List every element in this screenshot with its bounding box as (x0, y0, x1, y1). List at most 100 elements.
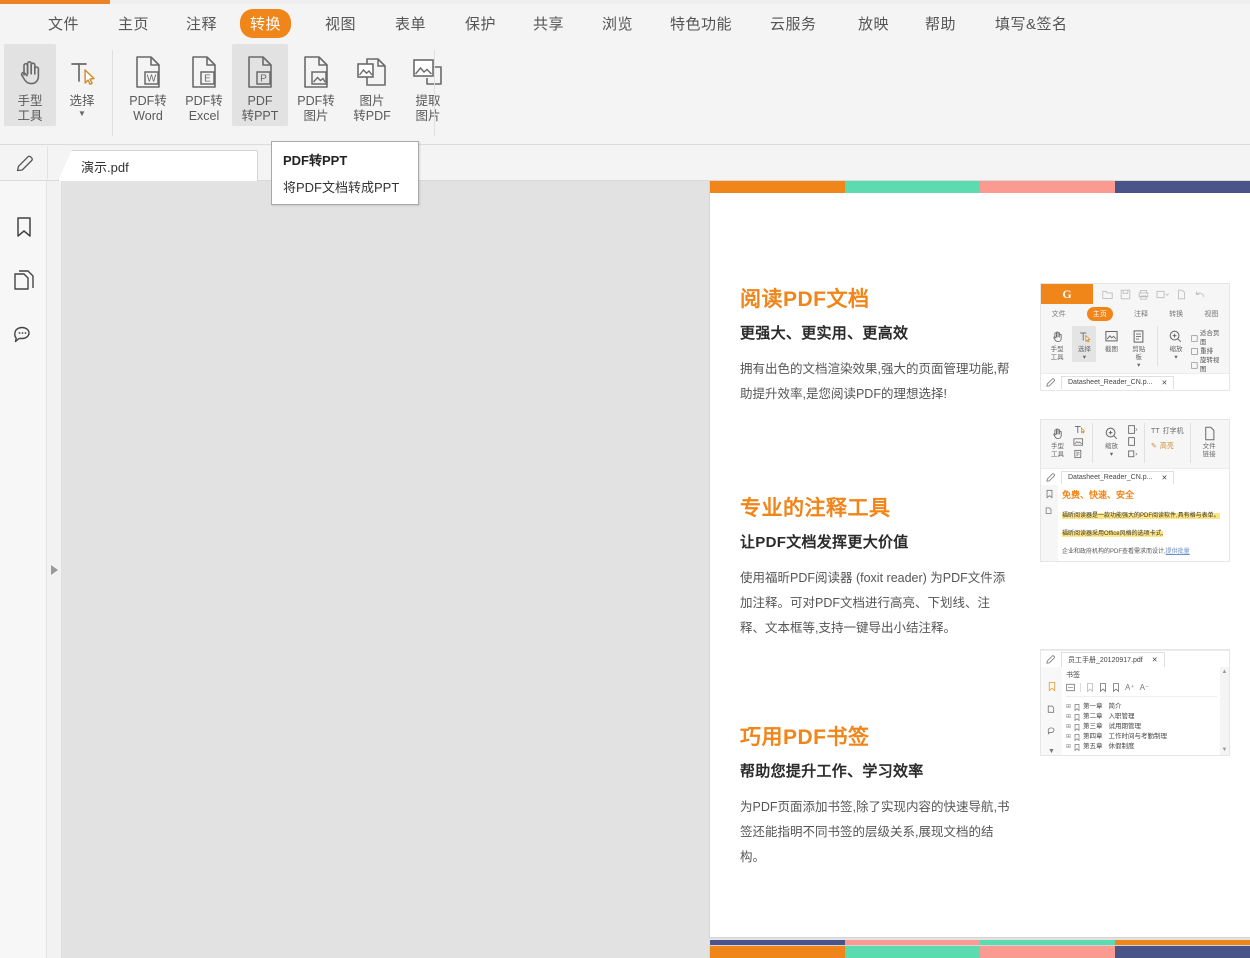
ribbon-tab-10[interactable]: 云服务 (760, 9, 827, 38)
ribbon-tab-5[interactable]: 表单 (385, 9, 436, 38)
shot-bookmark-panel: 书签 A⁺ A⁻ ⊞第一章简介⊞第二章 (1062, 667, 1220, 755)
colorbar-segment-2 (980, 946, 1115, 958)
chevron-down-icon: ▾ (1174, 354, 1177, 362)
image-to-pdf-label: 图片 转PDF (353, 94, 391, 124)
tooltip-title: PDF转PPT (283, 150, 407, 169)
shot-annotate-action-1: ✎高亮 (1151, 441, 1184, 451)
ribbon-toolbar: 手型 工具 选择 ▼ WPDF转 WordEPDF转 ExcelPPDF 转PP… (0, 42, 1250, 145)
bookmark-item: ⊞第二章入职管理 (1066, 712, 1217, 722)
increase-font-icon: A⁺ (1125, 683, 1135, 692)
ribbon-tab-11[interactable]: 放映 (848, 9, 899, 38)
ribbon-tab-4[interactable]: 视图 (315, 9, 366, 38)
doc-e-icon: E (188, 50, 220, 94)
ribbon-tab-2[interactable]: 注释 (176, 9, 227, 38)
annotate-pencil-icon (1045, 654, 1056, 665)
doc-link-icon (1202, 423, 1217, 443)
ribbon-tab-7[interactable]: 共享 (523, 9, 574, 38)
image-to-pdf-button[interactable]: 图片 转PDF (344, 44, 400, 126)
shot-tool-label: 缩放 (1105, 443, 1118, 451)
list-icon (1066, 683, 1075, 692)
text-select-icon (1077, 326, 1092, 346)
screenshot-reader-bookmarks: 员工手册_20120917.pdf ✕ ▼ (1040, 649, 1230, 756)
img-to-doc-icon (355, 50, 389, 94)
extract-image-button[interactable]: 提取 图片 (400, 44, 456, 126)
bookmark-name: 入职管理 (1109, 712, 1135, 722)
shot-divider (1092, 423, 1093, 463)
chevron-down-icon[interactable]: ▼ (78, 110, 86, 117)
snapshot-icon (1104, 326, 1119, 346)
bookmark-name: 试用期管理 (1109, 722, 1142, 732)
page-body: 阅读PDF文档 更强大、更实用、更高效 拥有出色的文档渲染效果,强大的页面管理功… (710, 193, 1250, 940)
bookmark-chapter: 第一章 (1083, 702, 1103, 712)
pages-icon (1045, 506, 1054, 515)
shot-quick-icons (1093, 289, 1205, 300)
save-icon (1120, 289, 1131, 300)
shot-tab-row: 文件主页注释转换视图 (1041, 304, 1229, 323)
ribbon-tab-13[interactable]: 填写&签名 (985, 9, 1078, 38)
pdf-viewer-canvas[interactable]: 阅读PDF文档 更强大、更实用、更高效 拥有出色的文档渲染效果,强大的页面管理功… (62, 181, 1250, 958)
document-tab-active[interactable]: 演示.pdf (58, 150, 258, 181)
pdf-page-1: 阅读PDF文档 更强大、更实用、更高效 拥有出色的文档渲染效果,强大的页面管理功… (710, 181, 1250, 937)
bookmark-icon (13, 215, 35, 239)
shot-tool-filelink: 文件 链接 (1197, 423, 1222, 459)
pdf-to-ppt-label: PDF 转PPT (242, 94, 279, 124)
ribbon-tab-3[interactable]: 转换 (240, 9, 291, 38)
close-icon: ✕ (1161, 474, 1167, 482)
close-icon: ✕ (1152, 656, 1158, 664)
typewriter-icon: TT (1151, 428, 1160, 435)
shot-doc-tab-label: Datasheet_Reader_CN.p... (1068, 474, 1152, 481)
shot-tab-1: 主页 (1087, 307, 1113, 321)
ribbon-tab-1[interactable]: 主页 (108, 9, 159, 38)
divider (1080, 683, 1081, 692)
tabstrip-divider (47, 146, 48, 181)
sidebar-item-bookmark[interactable] (0, 200, 47, 254)
shot-tool-zoom: 缩放 ▾ (1099, 423, 1124, 459)
expand-icon: ⊞ (1066, 702, 1071, 712)
shot-view-item-1: 重排 (1191, 347, 1225, 356)
view-option-icon (1191, 348, 1198, 355)
pdf-to-ppt-button[interactable]: PPDF 转PPT (232, 44, 288, 126)
sidebar-item-pages[interactable] (0, 254, 47, 308)
bookmark-icon (1074, 734, 1080, 741)
pdf-to-image-button[interactable]: PDF转 图片 (288, 44, 344, 126)
expand-icon: ⊞ (1066, 712, 1071, 722)
chevron-down-icon: ▾ (1083, 354, 1086, 362)
ribbon-tab-8[interactable]: 浏览 (592, 9, 643, 38)
shot-tab-0: 文件 (1052, 309, 1066, 319)
ribbon-tab-12[interactable]: 帮助 (915, 9, 966, 38)
scroll-up-icon: ▲ (1222, 669, 1228, 675)
comment-icon (1047, 726, 1057, 736)
email-icon (1156, 289, 1169, 300)
pdf-to-image-label: PDF转 图片 (297, 94, 335, 124)
bookmark-toolbar: A⁺ A⁻ (1066, 683, 1217, 697)
shot-tab-3: 转换 (1169, 309, 1183, 319)
ribbon-tab-6[interactable]: 保护 (455, 9, 506, 38)
zoom-icon (1104, 423, 1119, 443)
undo-icon (1194, 289, 1205, 300)
select-tool-button[interactable]: 选择 ▼ (56, 44, 108, 119)
insert-page-icon (1127, 425, 1138, 434)
sidebar-item-comments[interactable] (0, 308, 47, 362)
shot-divider-2 (1144, 423, 1145, 463)
text-select-icon (65, 50, 99, 94)
shot-doc-tab-label: 员工手册_20120917.pdf (1068, 655, 1143, 665)
shot-view-item-label: 重排 (1200, 347, 1213, 356)
bookmark-name: 简介 (1109, 702, 1122, 712)
pdf-to-word-label: PDF转 Word (129, 94, 167, 124)
pdf-page-2 (710, 946, 1250, 958)
ribbon-tab-0[interactable]: 文件 (38, 9, 89, 38)
screenshot-reader-comment: 手型 工具 (1040, 419, 1230, 562)
pdf-to-word-button[interactable]: WPDF转 Word (120, 44, 176, 126)
shot-annotate-action-label: 高亮 (1160, 441, 1174, 451)
shot-doc-tab-row: Datasheet_Reader_CN.p... ✕ (1041, 468, 1229, 485)
sidebar-expander[interactable] (48, 181, 62, 958)
ribbon-tab-9[interactable]: 特色功能 (660, 9, 742, 38)
bookmark-icon (1074, 704, 1080, 711)
hand-tool-button[interactable]: 手型 工具 (4, 44, 56, 126)
pdf-to-excel-button[interactable]: EPDF转 Excel (176, 44, 232, 126)
annotate-pencil-icon[interactable] (10, 151, 38, 176)
colorbar-segment-0 (710, 946, 845, 958)
document-tab-strip: 演示.pdf (0, 146, 1250, 181)
section-subtitle: 帮助您提升工作、学习效率 (740, 760, 1230, 781)
colorbar-segment-3 (1115, 181, 1250, 193)
